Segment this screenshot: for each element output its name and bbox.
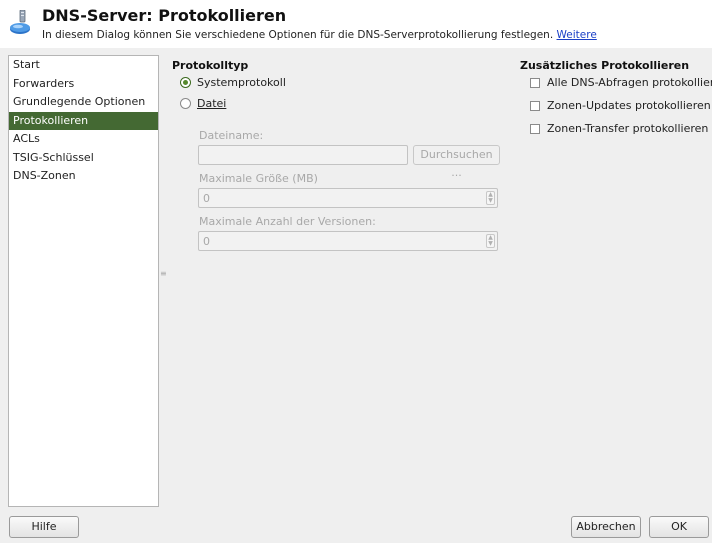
cancel-button[interactable]: Abbrechen	[571, 516, 641, 538]
additional-logging-heading: Zusätzliches Protokollieren	[520, 59, 690, 72]
max-size-spinbox[interactable]: 0 ▲ ▼	[198, 188, 498, 208]
file-label: Datei	[197, 97, 227, 110]
log-zone-transfer-checkbox[interactable]	[530, 123, 540, 134]
max-versions-label: Maximale Anzahl der Versionen:	[199, 215, 376, 228]
log-all-queries-label: Alle DNS-Abfragen protokollieren	[547, 76, 712, 89]
sidebar-item-logging[interactable]: Protokollieren	[9, 111, 158, 130]
spin-arrows-icon[interactable]: ▲ ▼	[486, 191, 495, 205]
log-all-queries-row[interactable]: Alle DNS-Abfragen protokollieren	[530, 76, 712, 89]
dns-server-icon	[10, 10, 30, 34]
navigation-tree: Start Forwarders Grundlegende Optionen P…	[8, 55, 159, 507]
sidebar-item-start[interactable]: Start	[9, 56, 158, 75]
max-versions-value: 0	[203, 235, 210, 248]
system-log-radio-row[interactable]: Systemprotokoll	[180, 76, 286, 89]
page-title: DNS-Server: Protokollieren	[42, 6, 287, 25]
log-zone-updates-checkbox[interactable]	[530, 100, 540, 111]
log-zone-transfer-row[interactable]: Zonen-Transfer protokollieren	[530, 122, 708, 135]
log-type-heading: Protokolltyp	[172, 59, 249, 72]
max-versions-spinbox[interactable]: 0 ▲ ▼	[198, 231, 498, 251]
max-size-value: 0	[203, 192, 210, 205]
filename-input[interactable]	[198, 145, 408, 165]
dialog-header: DNS-Server: Protokollieren In diesem Dia…	[0, 0, 712, 48]
filename-label: Dateiname:	[199, 129, 264, 142]
spin-arrows-icon[interactable]: ▲ ▼	[486, 234, 495, 248]
description-text: In diesem Dialog können Sie verschiedene…	[42, 29, 554, 41]
more-help-link[interactable]: Weitere	[557, 29, 597, 41]
sidebar-item-dns-zones[interactable]: DNS-Zonen	[9, 167, 158, 186]
sidebar-item-tsig-keys[interactable]: TSIG-Schlüssel	[9, 149, 158, 168]
browse-button[interactable]: Durchsuchen ...	[413, 145, 500, 179]
max-size-label: Maximale Größe (MB)	[199, 172, 318, 185]
system-log-radio[interactable]	[180, 77, 191, 88]
log-all-queries-checkbox[interactable]	[530, 77, 540, 88]
file-radio[interactable]	[180, 98, 191, 109]
sidebar-item-forwarders[interactable]: Forwarders	[9, 75, 158, 94]
sidebar-item-acls[interactable]: ACLs	[9, 130, 158, 149]
log-zone-updates-label: Zonen-Updates protokollieren	[547, 99, 711, 112]
page-description: In diesem Dialog können Sie verschiedene…	[42, 29, 597, 41]
log-zone-transfer-label: Zonen-Transfer protokollieren	[547, 122, 709, 135]
system-log-label: Systemprotokoll	[197, 76, 286, 89]
log-zone-updates-row[interactable]: Zonen-Updates protokollieren	[530, 99, 711, 112]
file-radio-row[interactable]: Datei	[180, 97, 226, 110]
help-button[interactable]: Hilfe	[9, 516, 79, 538]
ok-button[interactable]: OK	[649, 516, 709, 538]
sidebar-item-basic-options[interactable]: Grundlegende Optionen	[9, 93, 158, 112]
panel-splitter-handle[interactable]: ≡	[160, 270, 167, 284]
